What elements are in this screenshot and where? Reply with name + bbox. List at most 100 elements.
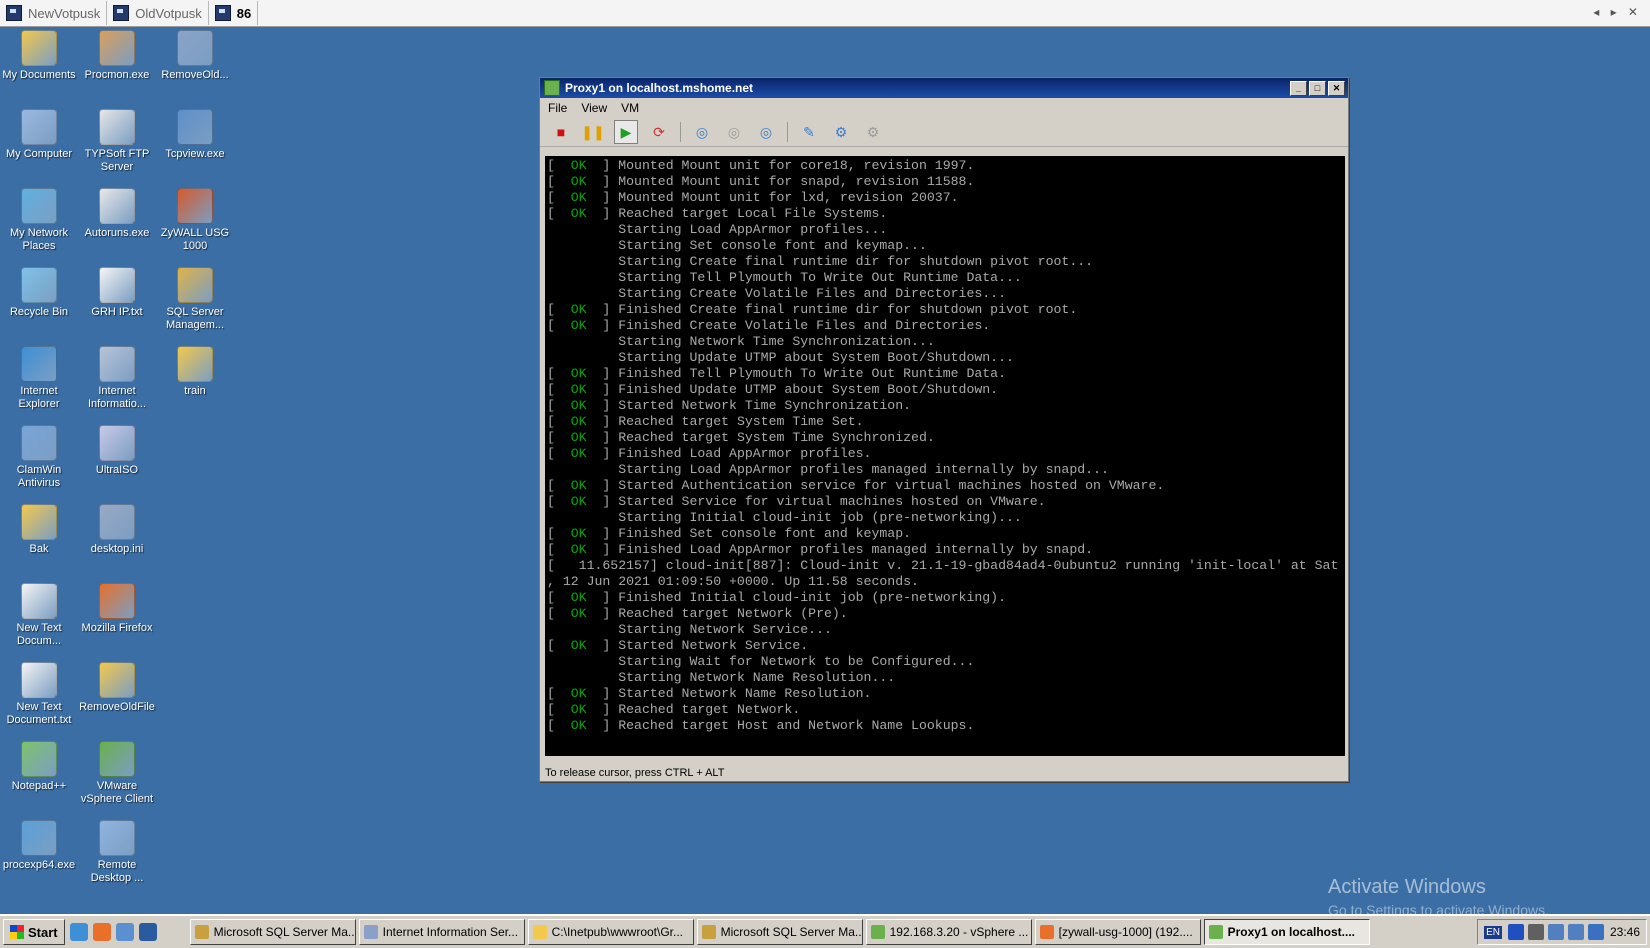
window-titlebar[interactable]: Proxy1 on localhost.mshome.net _ □ ✕ (540, 78, 1348, 98)
desktop-icon-label: RemoveOld... (161, 69, 229, 81)
maximize-button[interactable]: □ (1309, 80, 1326, 96)
remote-desktop-icon (99, 820, 135, 856)
desktop-icon-label: VMware vSphere Client (80, 780, 154, 805)
taskbar-item[interactable]: Proxy1 on localhost.... (1203, 919, 1370, 945)
explorer-quicklaunch-icon[interactable] (115, 923, 134, 941)
battery-tray-icon[interactable] (1527, 924, 1544, 940)
desktop-icon[interactable]: My Documents (0, 28, 78, 82)
snapshot-manager-icon[interactable]: ◎ (755, 121, 777, 143)
desktop-icon-label: UltraISO (95, 464, 139, 476)
suspend-icon[interactable]: ❚❚ (581, 121, 604, 143)
desktop-icon[interactable]: ZyWALL USG 1000 (156, 186, 234, 253)
desktop-icon[interactable]: UltraISO (78, 423, 156, 477)
snapshot-icon[interactable]: ◎ (691, 121, 713, 143)
desktop-icon[interactable]: Bak (0, 502, 78, 556)
ok-status: OK (570, 302, 587, 317)
desktop-icon-label: My Computer (5, 148, 73, 160)
minimize-button[interactable]: _ (1290, 80, 1307, 96)
ok-status: OK (570, 190, 587, 205)
desktop-icon-label: train (184, 385, 206, 397)
folder-icon (177, 346, 213, 382)
procexp-quicklaunch-icon[interactable] (138, 923, 157, 941)
reset-icon[interactable]: ⟳ (648, 121, 670, 143)
desktop-icon[interactable]: Autoruns.exe (78, 186, 156, 240)
firefox-quicklaunch-icon[interactable] (92, 923, 111, 941)
taskbar-item[interactable]: [zywall-usg-1000] (192.... (1034, 919, 1201, 945)
desktop-icon[interactable]: procexp64.exe (0, 818, 78, 872)
vm-console-screen[interactable]: [ OK ] Mounted Mount unit for core18, re… (545, 156, 1345, 756)
desktop-icon[interactable]: Procmon.exe (78, 28, 156, 82)
power-on-icon[interactable]: ▶ (614, 120, 638, 144)
console-line: Starting Tell Plymouth To Write Out Runt… (547, 270, 1022, 285)
taskbar-item[interactable]: Internet Information Ser... (358, 919, 525, 945)
desktop-icon[interactable]: ClamWin Antivirus (0, 423, 78, 490)
desktop-icon[interactable]: Internet Explorer (0, 344, 78, 411)
taskbar-item[interactable]: 192.168.3.20 - vSphere ... (865, 919, 1032, 945)
ok-status: OK (570, 446, 587, 461)
revert-snapshot-icon[interactable]: ◎ (723, 121, 745, 143)
text-file-icon (99, 267, 135, 303)
desktop-icon[interactable]: Tcpview.exe (156, 107, 234, 161)
disconnect-devices-icon[interactable]: ⚙ (862, 121, 884, 143)
desktop-icon[interactable]: VMware vSphere Client (78, 739, 156, 806)
network2-tray-icon[interactable] (1567, 924, 1584, 940)
language-indicator[interactable]: EN (1484, 925, 1502, 939)
close-button[interactable]: ✕ (1328, 80, 1345, 96)
tab-scroll-arrows[interactable]: ◂ ▸ ✕ (1593, 5, 1642, 19)
toolbar-separator (680, 122, 681, 142)
ie-quicklaunch-icon[interactable] (69, 923, 88, 941)
help-tray-icon[interactable] (1507, 924, 1524, 940)
console-message: Starting Tell Plymouth To Write Out Runt… (618, 270, 1022, 285)
desktop-icon[interactable]: SQL Server Managem... (156, 265, 234, 332)
desktop-icon[interactable]: New Text Document.txt (0, 660, 78, 727)
taskbar-item[interactable]: Microsoft SQL Server Ma... (189, 919, 356, 945)
desktop-icon-label: Mozilla Firefox (81, 622, 153, 634)
session-tab[interactable]: OldVotpusk (107, 1, 209, 25)
desktop-icon[interactable]: Internet Informatio... (78, 344, 156, 411)
desktop-icon[interactable]: RemoveOld... (156, 28, 234, 82)
console-message: Starting Network Name Resolution... (618, 670, 896, 685)
console-line: [ OK ] Reached target System Time Synchr… (547, 430, 935, 445)
menu-view[interactable]: View (581, 101, 607, 115)
desktop-icon[interactable]: train (156, 344, 234, 398)
desktop-icon[interactable]: Mozilla Firefox (78, 581, 156, 635)
firefox-icon (99, 583, 135, 619)
desktop-icon[interactable]: Notepad++ (0, 739, 78, 793)
vm-console-window[interactable]: Proxy1 on localhost.mshome.net _ □ ✕ Fil… (539, 77, 1349, 782)
desktop-icon[interactable]: My Computer (0, 107, 78, 161)
session-tab[interactable]: NewVotpusk (0, 1, 108, 25)
taskbar-item-label: Microsoft SQL Server Ma... (720, 925, 863, 939)
console-message: Reached target Network. (618, 702, 801, 717)
taskbar-item[interactable]: C:\Inetpub\wwwroot\Gr... (527, 919, 694, 945)
network-tray-icon[interactable] (1547, 924, 1564, 940)
desktop-icon[interactable]: Remote Desktop ... (78, 818, 156, 885)
session-tab[interactable]: 86 (209, 1, 259, 25)
desktop-icon-label: GRH IP.txt (91, 306, 143, 318)
taskbar-item[interactable]: Microsoft SQL Server Ma... (696, 919, 863, 945)
start-button[interactable]: Start (3, 919, 65, 945)
menu-file[interactable]: File (548, 101, 567, 115)
folder-icon (21, 504, 57, 540)
power-off-icon[interactable]: ■ (550, 121, 572, 143)
console-line: [ OK ] Finished Tell Plymouth To Write O… (547, 366, 1007, 381)
console-message: Reached target Local File Systems. (618, 206, 888, 221)
globe-tray-icon[interactable] (1587, 924, 1604, 940)
desktop-icon-grid: My Documents Procmon.exe RemoveOld... My Co… (0, 26, 240, 906)
desktop-icon-label: My Network Places (9, 227, 69, 252)
taskbar-item-label: [zywall-usg-1000] (192.... (1058, 925, 1193, 939)
console-line: [ OK ] Started Service for virtual machi… (547, 494, 1046, 509)
desktop-icon[interactable]: Recycle Bin (0, 265, 78, 319)
connect-devices-icon[interactable]: ⚙ (830, 121, 852, 143)
desktop-icon[interactable]: GRH IP.txt (78, 265, 156, 319)
desktop-icon[interactable]: My Network Places (0, 186, 78, 253)
console-message: Finished Set console font and keymap. (618, 526, 912, 541)
session-icon (6, 5, 22, 21)
desktop-icon[interactable]: desktop.ini (78, 502, 156, 556)
menu-vm[interactable]: VM (621, 101, 639, 115)
edit-settings-icon[interactable]: ✎ (798, 121, 820, 143)
desktop-icon[interactable]: RemoveOldFile (78, 660, 156, 714)
desktop-icon[interactable]: New Text Docum... (0, 581, 78, 648)
clock[interactable]: 23:46 (1610, 925, 1640, 939)
desktop-icon[interactable]: TYPSoft FTP Server (78, 107, 156, 174)
console-message: Started Network Service. (618, 638, 809, 653)
